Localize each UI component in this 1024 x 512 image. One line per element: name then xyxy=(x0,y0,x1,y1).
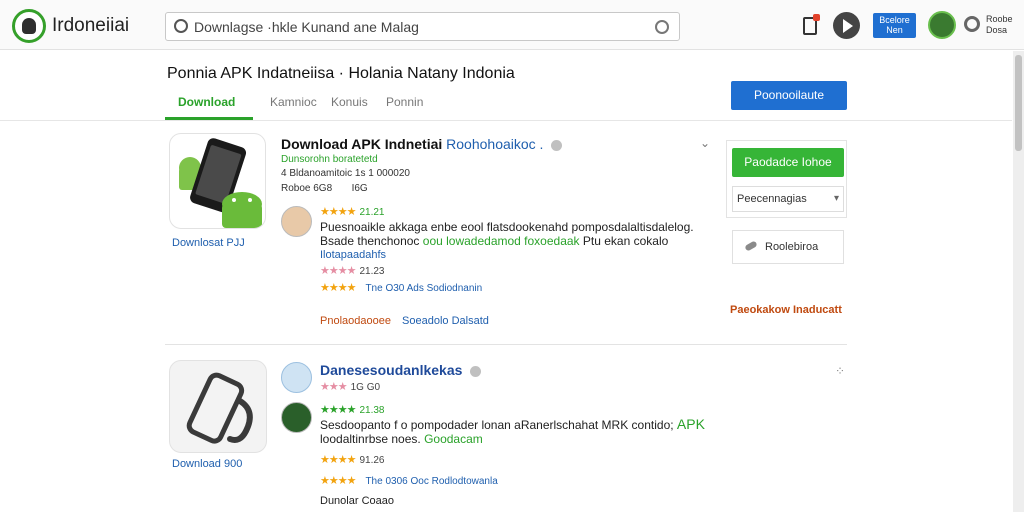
review-text: Puesnoaikle akkaga enbe eool flatsdooken… xyxy=(320,220,694,234)
review-text: Bsade thenchonoc oou lowadedamod foxoeda… xyxy=(320,234,668,248)
scroll-thumb[interactable] xyxy=(1015,55,1022,151)
divider xyxy=(165,344,847,345)
user-text[interactable]: Roobe Dosa xyxy=(986,14,1022,36)
app-title-link[interactable]: Roohohoaikoc . xyxy=(446,136,543,152)
rating-row: ★★★★ 91.26 xyxy=(320,453,384,466)
review-text-part: MRK contido; xyxy=(601,418,674,432)
install-button[interactable]: Paodadce Iohoe xyxy=(732,148,844,177)
share-button[interactable]: Roolebiroa xyxy=(732,230,844,264)
app-icon[interactable] xyxy=(169,360,267,453)
app-title[interactable]: Danesesoudanlkekas xyxy=(320,362,482,378)
user-icon[interactable] xyxy=(964,16,980,32)
app-avatar[interactable] xyxy=(281,362,312,393)
phone-cable-icon xyxy=(186,372,253,444)
stars-icon: ★★★★ xyxy=(320,454,356,466)
app-icon[interactable] xyxy=(169,133,266,229)
page-title: Ponnia APK Indatneiisa · Holania Natany … xyxy=(167,65,515,82)
meta-line: Dunsorohn boratetetd xyxy=(281,154,378,165)
app-title-text[interactable]: Danesesoudanlkekas xyxy=(320,362,462,378)
rating-value: 1G G0 xyxy=(350,382,381,393)
review-rating: ★★★★ 21.21 xyxy=(320,205,384,218)
version-select[interactable]: Peecennagias xyxy=(732,186,844,212)
stars-icon: ★★★★ xyxy=(320,265,356,277)
info-icon[interactable] xyxy=(470,365,482,377)
tab-kamnioc[interactable]: Kamnioc xyxy=(270,95,317,109)
rating-value: 21.38 xyxy=(359,405,385,416)
stars-icon: ★★★★ xyxy=(320,475,356,487)
meta-line: 4 Bldanoamitoic 1s 1 000020 xyxy=(281,168,410,179)
report-link[interactable]: Paeokakow Inaducatt xyxy=(730,304,842,316)
stars-icon: ★★★★ xyxy=(320,282,356,294)
rating-value: 91.26 xyxy=(359,455,385,466)
stars-icon: ★★★★ xyxy=(320,206,356,218)
top-bar: Irdoneiiai Bcelore Nen Roobe Dosa xyxy=(0,0,1024,50)
top-blue-button[interactable]: Bcelore Nen xyxy=(873,13,916,38)
search-input[interactable] xyxy=(194,17,644,37)
tab-ponnin[interactable]: Ponnin xyxy=(386,95,423,109)
search-icon[interactable] xyxy=(174,19,188,33)
tab-download[interactable]: Download xyxy=(178,95,235,109)
primary-button[interactable]: Poonooilaute xyxy=(731,81,847,110)
android-logo-icon[interactable] xyxy=(12,9,46,43)
app-card: Downlosat PJJ Download APK Indnetiai Roo… xyxy=(165,128,850,338)
rating-row: ★★★ 1G G0 xyxy=(320,380,380,393)
active-tab-indicator xyxy=(165,117,253,120)
review-rating: ★★★★ 21.38 xyxy=(320,403,384,416)
mic-icon[interactable] xyxy=(655,20,669,34)
review-text-highlight[interactable]: oou lowadedamod foxoedaak xyxy=(423,234,580,248)
reviewer-avatar[interactable] xyxy=(281,402,312,433)
play-icon[interactable] xyxy=(833,12,860,39)
reviewer-avatar[interactable] xyxy=(281,206,312,237)
review-text-highlight[interactable]: APK xyxy=(677,416,705,432)
rating-link[interactable]: Tne O30 Ads Sodiodnanin xyxy=(365,283,482,294)
scrollbar[interactable] xyxy=(1013,51,1024,512)
review-text: loodaltinrbse noes. Goodacam xyxy=(320,432,483,446)
app-title-text[interactable]: Download APK Indnetiai xyxy=(281,136,442,152)
search-bar[interactable] xyxy=(165,12,680,41)
document-icon[interactable] xyxy=(803,14,820,35)
rating-value: 21.23 xyxy=(359,266,385,277)
page-header: Ponnia APK Indatneiisa · Holania Natany … xyxy=(0,51,1012,121)
expand-icon[interactable]: ⁘ xyxy=(835,364,845,378)
app-title[interactable]: Download APK Indnetiai Roohohoaikoc . xyxy=(281,136,563,152)
review-text: Ilotapaadahfs xyxy=(320,248,386,262)
rating-link[interactable]: The 0306 Ooc Rodlodtowanla xyxy=(365,476,497,487)
review-text-part: Ptu ekan cokalo xyxy=(582,234,669,248)
footer-link[interactable]: Soeadolo Dalsatd xyxy=(402,315,489,327)
footer-label: Pnolaodaooee xyxy=(320,315,391,327)
info-icon[interactable] xyxy=(551,139,563,151)
review-text-part: Bsade thenchonoc xyxy=(320,234,420,248)
review-text-part: Sesdoopanto f o pompodader lonan aRanerl… xyxy=(320,418,599,432)
download-link[interactable]: Downlosat PJJ xyxy=(172,237,245,249)
review-link[interactable]: Ilotapaadahfs xyxy=(320,249,386,261)
phone-android-icon xyxy=(179,138,262,228)
card-footer: Dunolar Coaao xyxy=(320,495,394,507)
app-card: Download 900 Danesesoudanlkekas ⁘ ★★★ 1G … xyxy=(165,352,850,512)
avatar[interactable] xyxy=(928,11,956,39)
stars-icon: ★★★★ xyxy=(320,404,356,416)
rating-row: ★★★★ Tne O30 Ads Sodiodnanin xyxy=(320,281,482,294)
card-footer: Pnolaodaooee Soeadolo Dalsatd xyxy=(320,315,489,327)
meta-line: Roboe 6G8 I6G xyxy=(281,183,368,194)
stars-icon: ★★★ xyxy=(320,381,348,393)
tab-konuis[interactable]: Konuis xyxy=(331,95,368,109)
rating-value: 21.21 xyxy=(359,207,385,218)
review-text-highlight[interactable]: Goodacam xyxy=(424,432,483,446)
review-text: Sesdoopanto f o pompodader lonan aRanerl… xyxy=(320,417,705,432)
rating-row: ★★★★ 21.23 xyxy=(320,264,384,277)
download-link[interactable]: Download 900 xyxy=(172,458,242,470)
share-label[interactable]: Roolebiroa xyxy=(765,241,818,253)
brand-name[interactable]: Irdoneiiai xyxy=(52,15,129,37)
chevron-down-icon[interactable]: ⌄ xyxy=(700,136,710,150)
review-text-part: loodaltinrbse noes. xyxy=(320,432,421,446)
rating-row: ★★★★ The 0306 Ooc Rodlodtowanla xyxy=(320,474,498,487)
